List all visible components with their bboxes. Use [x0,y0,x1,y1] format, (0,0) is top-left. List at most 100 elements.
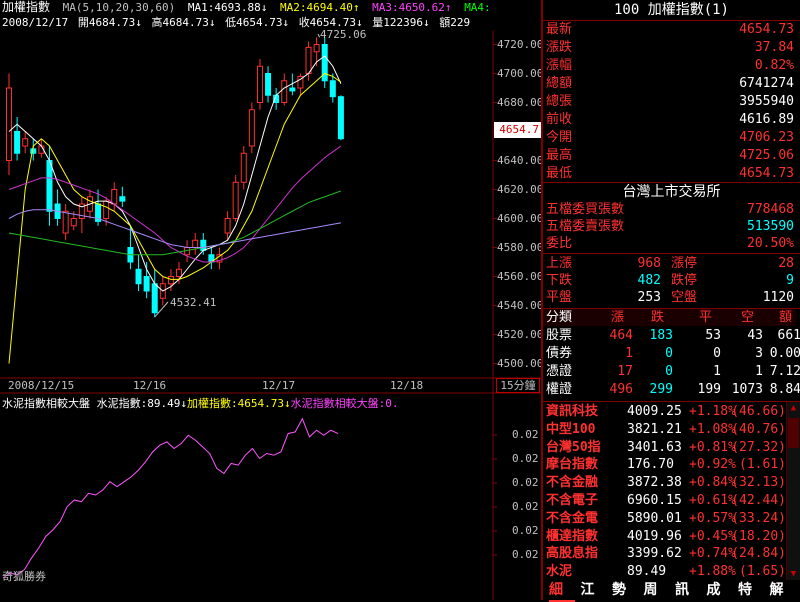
quote-panel: 最新 4654.73 漲跌 37.84 漲幅 0.82% 總額 6741274 總張 395594… [543,21,800,183]
breadth-cell: 8.84 [769,382,800,397]
candle-body [111,189,118,205]
candle-body [6,87,12,161]
tab-2[interactable]: 勢 [612,581,638,600]
candle-body [313,44,320,53]
time-label-1217: 12/17 [262,379,296,392]
exchange-row: 五檔委買張數 778468 [543,201,796,218]
price-chart-canvas[interactable] [0,0,543,600]
breadth-row: 股票 464 183 53 43 661 [543,327,800,344]
sector-row[interactable]: 不含電子 6960.15 +0.61% (42.44) [543,492,786,509]
sub-tick-label: 0.02 [512,524,539,537]
quote-label: 漲跌 [546,40,573,55]
adv-label: 上漲 [546,256,573,271]
sector-row[interactable]: 台灣50指 3401.63 +0.81% (27.32) [543,439,786,456]
advance-row: 平盤 253 空盤 1120 [543,289,796,306]
sector-share: (33.24) [731,510,786,526]
quote-value: 3955940 [739,94,794,109]
candle-body [289,87,296,92]
candle-body [46,160,53,212]
cement-index-value: 水泥指數:89.49↓ [96,397,187,410]
ma3-value: MA3:4650.62↑ [372,1,452,14]
sector-row[interactable]: 水泥 89.49 +1.88% (1.65) [543,563,786,580]
cement-vs-market-line [2,417,339,579]
breadth-col-header: 空 [741,310,755,325]
bar-open: 開4684.73↓ [77,16,142,29]
chart-header: 加權指數 MA(5,10,20,30,60) MA1:4693.88↓ MA2:… [0,0,493,30]
sector-change: +1.08% [689,421,736,437]
adv-label2: 跌停 [671,273,698,288]
sector-price: 176.70 [627,457,674,473]
candle-body [232,181,239,219]
bar-high: 高4684.73↓ [151,16,216,29]
sector-row[interactable]: 中型100 3821.21 +1.08% (40.76) [543,421,786,438]
exchange-value: 20.50% [747,236,794,251]
sector-row[interactable]: 高股息指 3399.62 +0.74% (24.84) [543,545,786,562]
quote-row: 最新 4654.73 [543,21,796,38]
sector-row[interactable]: 櫃達指數 4019.96 +0.45% (18.20) [543,528,786,545]
scroll-down-icon[interactable]: ▼ [787,568,800,580]
sector-row[interactable]: 不含金電 5890.01 +0.57% (33.24) [543,510,786,527]
tab-1[interactable]: 江 [581,581,607,600]
breadth-table: 分類漲跌平空額股票 464 183 53 43 661 債券 1 0 0 3 0.00 憑證 17 0 1 1 7… [543,308,800,401]
quote-label: 最低 [546,166,573,181]
ma1-value: MA1:4693.88↓ [187,1,268,14]
breadth-cell: 3 [755,346,763,361]
sector-price: 3872.38 [627,475,682,491]
breadth-col-header: 平 [699,310,713,325]
sector-row[interactable]: 資訊科技 4009.25 +1.18% (46.66) [543,403,786,420]
exchange-label: 五檔委賣張數 [546,219,625,234]
scroll-up-icon[interactable]: ▲ [787,402,800,414]
sector-name: 資訊科技 [546,404,599,419]
quote-row: 最高 4725.06 [543,147,796,164]
sector-row[interactable]: 摩台指數 176.70 +0.92% (1.61) [543,456,786,473]
sector-name: 中型100 [546,421,596,437]
sector-list[interactable]: 資訊科技 4009.25 +1.18% (46.66) 中型100 3821.21 +1.0… [543,401,800,581]
quote-value: 6741274 [739,76,794,91]
current-price-tag: 4654.7 [494,122,541,138]
breadth-cell: 1 [755,364,763,379]
time-label-1216: 12/16 [133,379,167,392]
tab-3[interactable]: 周 [644,581,670,600]
chart-title: 加權指數 [2,0,51,14]
tab-0[interactable]: 細 [549,581,575,602]
sector-scrollbar[interactable]: ▲ ▼ [786,402,800,580]
breadth-cell: 1 [625,346,633,361]
candle-body [143,276,150,292]
tab-5[interactable]: 成 [707,581,733,600]
breadth-cell: 債券 [546,346,573,361]
sub-chart-line [2,417,339,579]
breadth-cell: 權證 [546,382,573,397]
price-tick-label: 4560.00 [497,269,544,283]
quote-value: 4654.73 [739,166,794,181]
breadth-cell: 0.00 [769,346,800,361]
quote-label: 總張 [546,94,573,109]
sector-name: 台灣50指 [546,439,601,455]
sector-share: (40.76) [731,421,786,437]
tab-6[interactable]: 特 [738,581,764,600]
price-tick-label: 4620.00 [497,182,544,196]
adv-value2: 1120 [762,290,794,305]
tab-4[interactable]: 訊 [675,581,701,600]
breadth-cell: 299 [649,382,673,397]
candle-body [305,46,312,75]
breadth-cell: 53 [705,328,721,343]
exchange-title: 台灣上市交易所 [543,182,800,202]
adv-value: 968 [637,256,661,271]
adv-label2: 空盤 [671,290,698,305]
quote-row: 前收 4616.89 [543,111,796,128]
exchange-panel: 五檔委買張數 778468 五檔委賣張數 513590 委比 20.50% [543,201,800,253]
breadth-cell: 1 [713,364,721,379]
quote-value: 4654.73 [739,22,794,37]
tab-7[interactable]: 解 [770,581,796,600]
candle-body [62,210,69,234]
exchange-value: 778468 [747,202,794,217]
sub-tick-label: 0.02 [512,548,539,561]
sector-share: (24.84) [731,546,786,562]
price-tick-label: 4580.00 [497,240,544,254]
interval-selector[interactable]: 15分鐘 [496,378,540,393]
sub-tick-label: 0.02 [512,476,539,489]
sector-price: 4019.96 [627,528,682,544]
bar-amount: 額229 [439,16,471,29]
scroll-thumb[interactable] [788,418,799,448]
sector-row[interactable]: 不含金融 3872.38 +0.84% (32.13) [543,474,786,491]
